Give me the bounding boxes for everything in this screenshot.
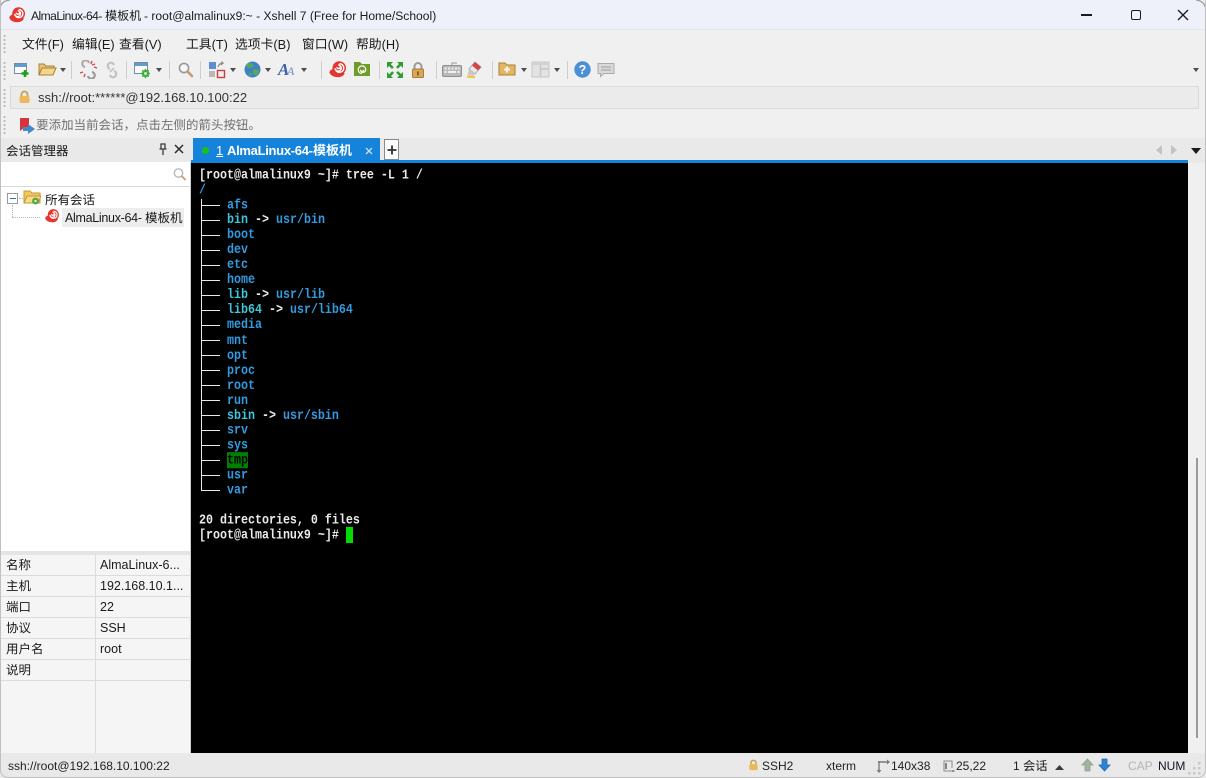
svg-text:A: A (286, 64, 295, 78)
svg-text:?: ? (579, 63, 587, 77)
